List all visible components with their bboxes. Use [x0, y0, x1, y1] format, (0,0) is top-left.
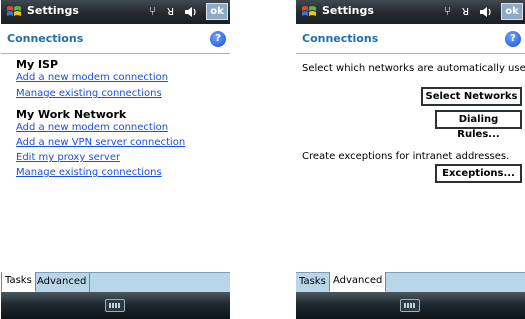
connectivity-icon[interactable]: ⑂ [444, 3, 451, 19]
soft-key-bar [1, 292, 230, 319]
help-icon[interactable]: ? [505, 31, 521, 47]
link-add-vpn-work[interactable]: Add a new VPN server connection [16, 137, 185, 148]
windows-start-icon[interactable] [5, 3, 23, 21]
link-manage-connections-work[interactable]: Manage existing connections [16, 167, 162, 178]
volume-icon[interactable] [479, 6, 493, 18]
page-header: Connections ? [296, 24, 525, 54]
section-heading-my-isp: My ISP [16, 58, 59, 71]
link-edit-proxy-work[interactable]: Edit my proxy server [16, 152, 120, 163]
tab-bar: Tasks Advanced [1, 272, 230, 292]
keyboard-icon[interactable] [400, 299, 420, 312]
tab-advanced[interactable]: Advanced [329, 272, 387, 292]
signal-strength-icon[interactable]: ᴚ [462, 3, 469, 19]
ok-button[interactable]: ok [206, 3, 228, 20]
tab-tasks[interactable]: Tasks [296, 273, 330, 292]
keyboard-icon[interactable] [105, 299, 125, 312]
app-title: Settings [27, 4, 79, 17]
tab-bar: Tasks Advanced [296, 272, 525, 292]
tab-advanced[interactable]: Advanced [34, 273, 91, 292]
link-add-modem-work[interactable]: Add a new modem connection [16, 122, 168, 133]
title-bar: Settings ⑂ ᴚ ok [296, 0, 525, 24]
page-header: Connections ? [1, 24, 230, 54]
tab-tasks[interactable]: Tasks [1, 272, 36, 292]
connectivity-icon[interactable]: ⑂ [149, 3, 156, 19]
link-manage-connections-isp[interactable]: Manage existing connections [16, 88, 162, 99]
ok-button[interactable]: ok [501, 3, 523, 20]
exceptions-button[interactable]: Exceptions... [435, 164, 522, 183]
page-title: Connections [7, 32, 84, 45]
page-title: Connections [302, 32, 379, 45]
signal-strength-icon[interactable]: ᴚ [167, 3, 174, 19]
networks-description: Select which networks are automatically … [302, 63, 525, 74]
soft-key-bar [296, 292, 525, 319]
help-icon[interactable]: ? [210, 31, 226, 47]
windows-start-icon[interactable] [300, 3, 318, 21]
section-heading-my-work-network: My Work Network [16, 108, 127, 121]
link-add-modem-isp[interactable]: Add a new modem connection [16, 72, 168, 83]
select-networks-button[interactable]: Select Networks [421, 87, 522, 106]
exceptions-description: Create exceptions for intranet addresses… [302, 151, 510, 162]
settings-window-tasks: Settings ⑂ ᴚ ok Connections ? My ISP Add… [1, 0, 230, 319]
volume-icon[interactable] [184, 6, 198, 18]
title-bar: Settings ⑂ ᴚ ok [1, 0, 230, 24]
app-title: Settings [322, 4, 374, 17]
dialing-rules-button[interactable]: Dialing Rules... [435, 110, 522, 140]
settings-window-advanced: Settings ⑂ ᴚ ok Connections ? Select whi… [296, 0, 525, 319]
